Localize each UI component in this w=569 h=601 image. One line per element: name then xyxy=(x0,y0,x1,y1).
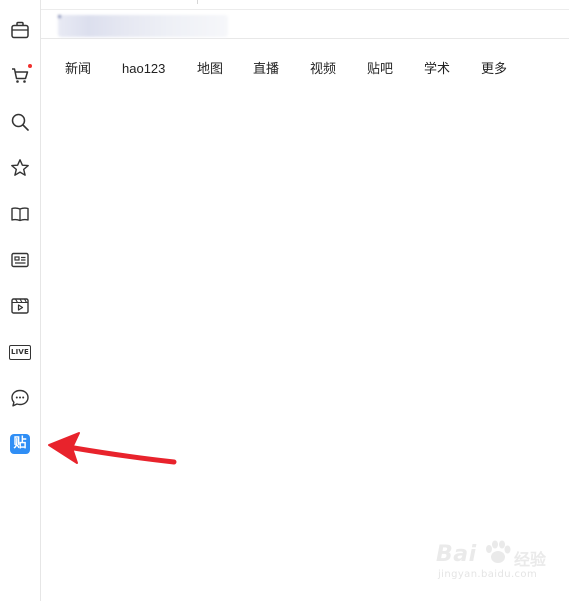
nav-link-hao123[interactable]: hao123 xyxy=(122,58,165,80)
nav-link-more[interactable]: 更多 xyxy=(481,58,507,80)
tieba-icon-label: 贴 xyxy=(10,434,30,454)
paw-logo-icon xyxy=(486,540,511,563)
video-icon[interactable] xyxy=(7,293,33,319)
nav-bar: 新闻 hao123 地图 直播 视频 贴吧 学术 更多 xyxy=(41,58,569,80)
url-favicon xyxy=(58,15,61,18)
search-icon[interactable] xyxy=(7,109,33,135)
live-icon-label: LIVE xyxy=(9,344,31,360)
nav-link-academic[interactable]: 学术 xyxy=(424,58,450,80)
nav-link-news[interactable]: 新闻 xyxy=(65,58,91,80)
watermark-brand: Bai xyxy=(436,542,477,567)
book-icon[interactable] xyxy=(7,201,33,227)
sidebar: LIVE 贴 xyxy=(0,0,41,601)
watermark: Bai 经验 jingyan.baidu.com xyxy=(436,540,560,590)
briefcase-icon[interactable] xyxy=(7,17,33,43)
chat-icon[interactable] xyxy=(7,385,33,411)
address-row xyxy=(41,10,569,39)
blurred-url xyxy=(58,15,228,37)
id-card-icon[interactable] xyxy=(7,247,33,273)
top-strip xyxy=(41,0,569,10)
star-icon[interactable] xyxy=(7,155,33,181)
nav-link-map[interactable]: 地图 xyxy=(197,58,223,80)
top-divider-mark xyxy=(197,0,198,4)
nav-link-live[interactable]: 直播 xyxy=(253,58,279,80)
watermark-url: jingyan.baidu.com xyxy=(438,569,538,580)
annotation-arrow xyxy=(48,432,177,465)
watermark-suffix: 经验 xyxy=(514,550,547,569)
nav-link-video[interactable]: 视频 xyxy=(310,58,336,80)
tieba-icon[interactable]: 贴 xyxy=(7,431,33,457)
cart-icon[interactable] xyxy=(7,62,33,88)
nav-link-tieba[interactable]: 贴吧 xyxy=(367,58,393,80)
notification-dot xyxy=(28,64,32,68)
live-icon[interactable]: LIVE xyxy=(7,339,33,365)
